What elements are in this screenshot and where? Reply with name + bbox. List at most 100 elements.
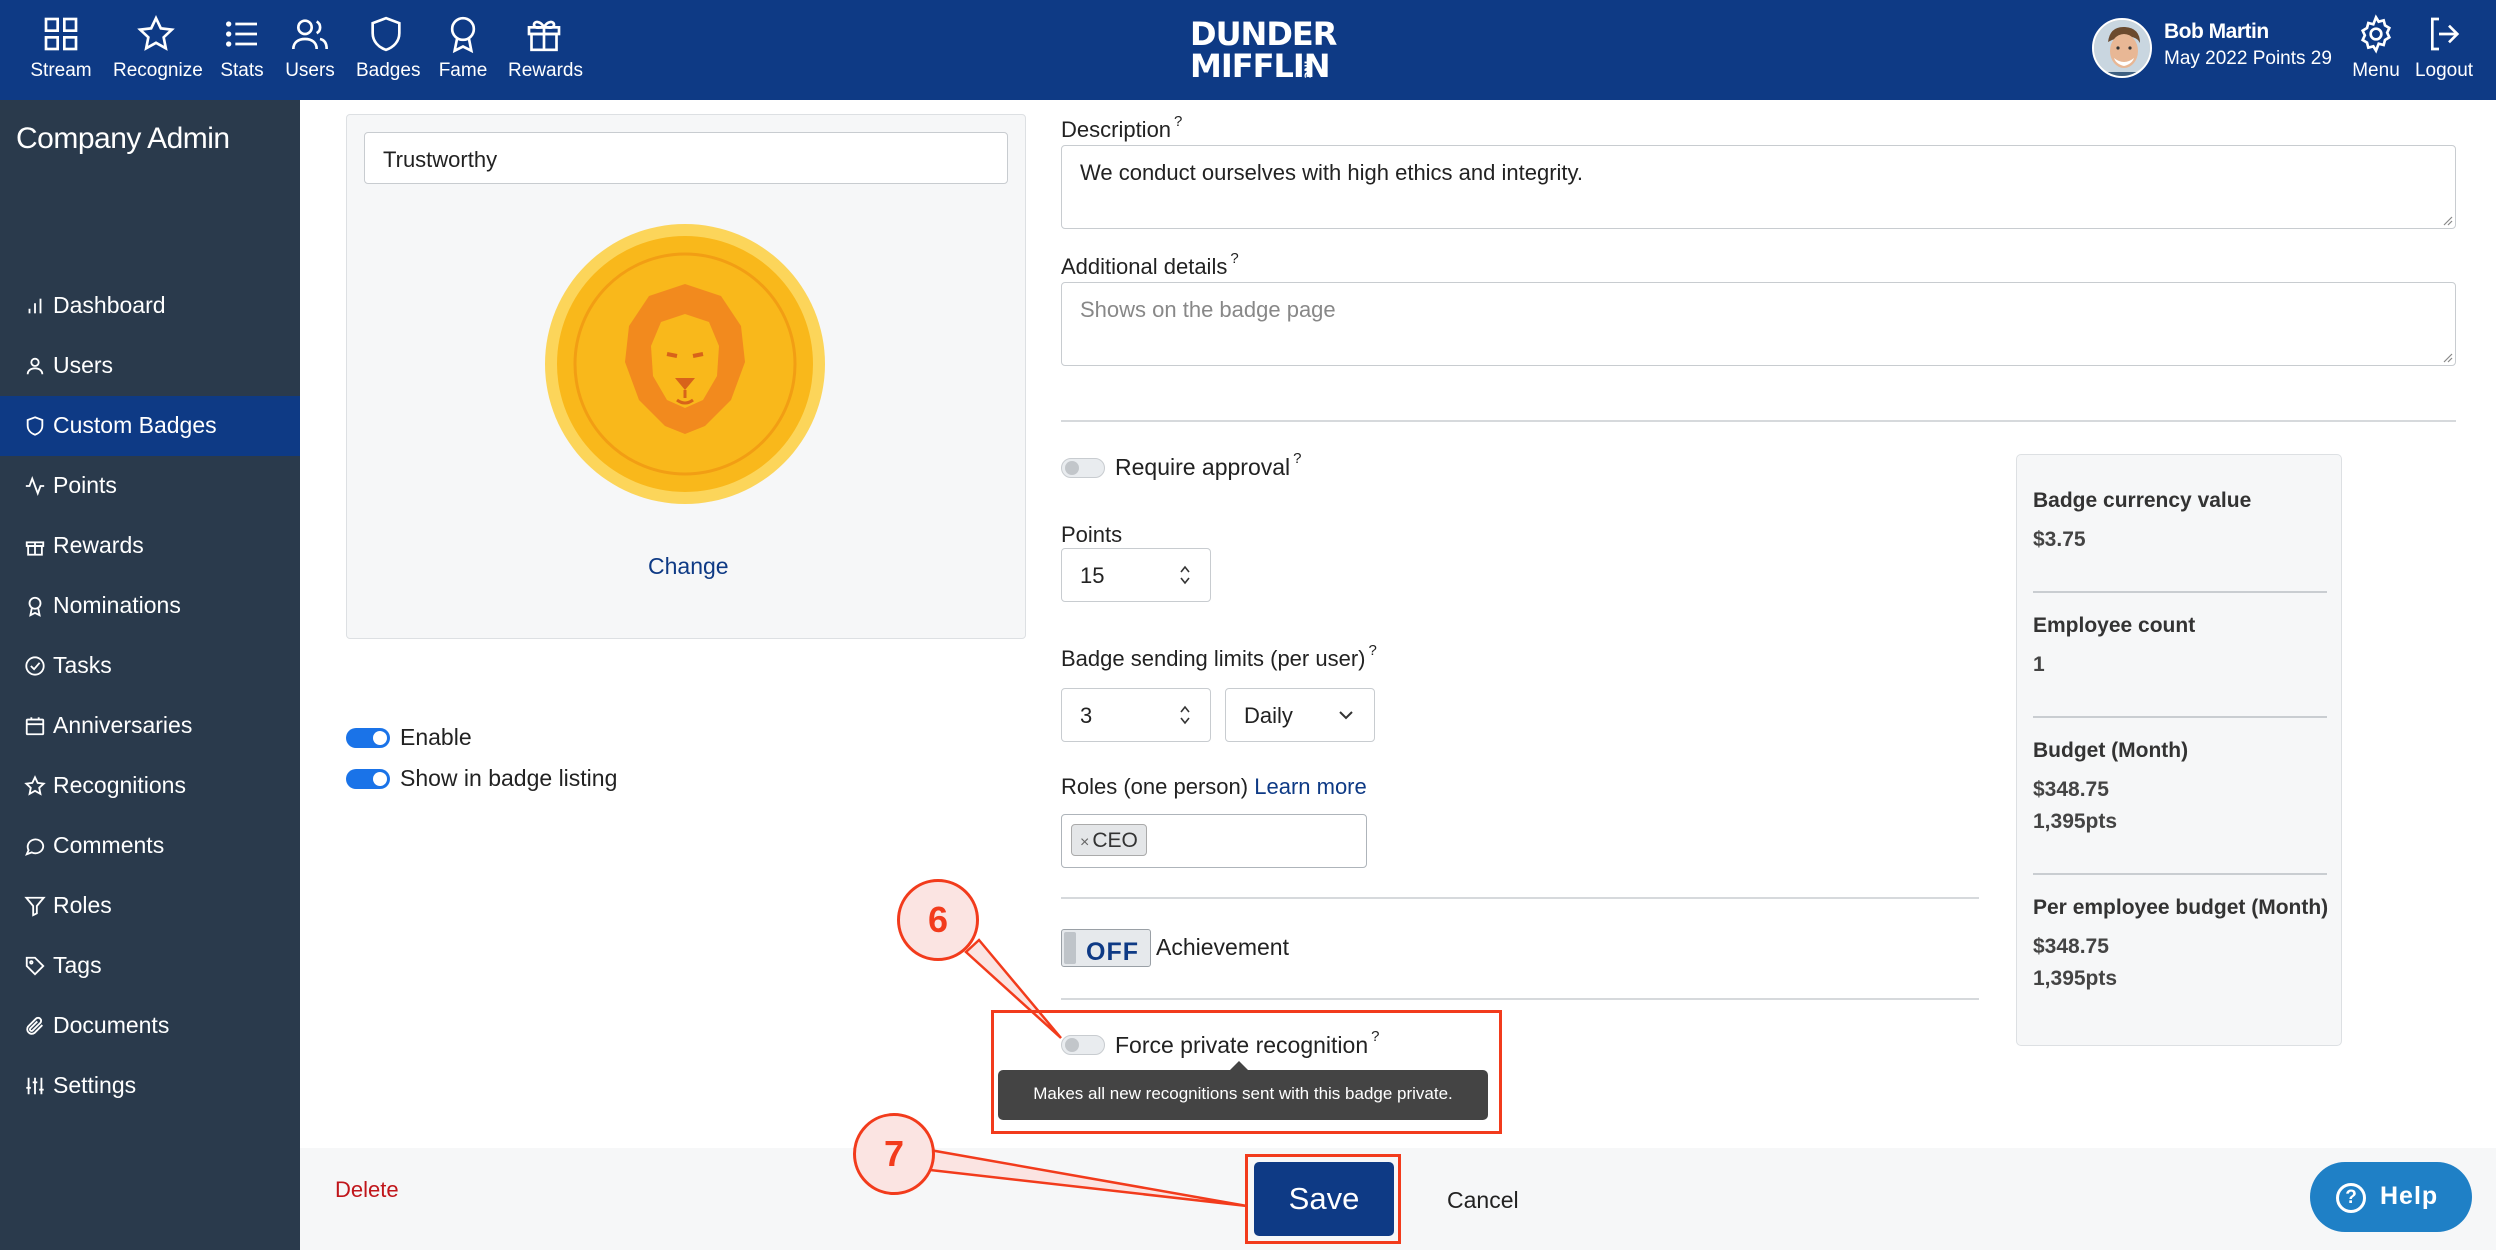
sidebar-item-nominations[interactable]: Nominations	[0, 576, 300, 636]
user-name[interactable]: Bob Martin	[2164, 20, 2269, 44]
nav-recognize[interactable]: Recognize	[113, 14, 203, 84]
per-employee-budget-points: 1,395pts	[2033, 967, 2118, 990]
nav-stats[interactable]: Stats	[218, 14, 266, 84]
sliders-icon	[26, 1077, 44, 1095]
sidebar-item-dashboard[interactable]: Dashboard	[0, 276, 300, 336]
sidebar-item-tags[interactable]: Tags	[0, 936, 300, 996]
description-value: We conduct ourselves with high ethics an…	[1080, 160, 1584, 185]
top-navigation-bar: Stream Recognize Stats Users Badges Fame…	[0, 0, 2496, 100]
sidebar-item-roles[interactable]: Roles	[0, 876, 300, 936]
delete-button[interactable]: Delete	[335, 1177, 399, 1203]
nav-fame-label: Fame	[438, 60, 488, 81]
nav-badges[interactable]: Badges	[356, 14, 420, 84]
sidebar-item-label: Dashboard	[53, 292, 166, 318]
per-employee-budget-value: $348.75	[2033, 935, 2109, 958]
lion-badge-icon[interactable]	[543, 222, 827, 506]
sidebar-item-label: Documents	[53, 1012, 170, 1038]
require-approval-toggle[interactable]	[1061, 458, 1105, 478]
sidebar-item-anniversaries[interactable]: Anniversaries	[0, 696, 300, 756]
star-icon	[24, 775, 46, 796]
help-button-label: Help	[2380, 1182, 2439, 1210]
sending-limits-label: Badge sending limits (per user)?	[1061, 642, 1377, 672]
nav-users-label: Users	[285, 60, 335, 81]
sidebar-item-users[interactable]: Users	[0, 336, 300, 396]
nav-rewards[interactable]: Rewards	[508, 14, 583, 84]
sidebar-item-documents[interactable]: Documents	[0, 996, 300, 1056]
roles-tag-input[interactable]: × CEO	[1061, 814, 1367, 868]
sidebar-item-rewards[interactable]: Rewards	[0, 516, 300, 576]
annotation-highlight-save	[1245, 1154, 1401, 1244]
star-icon	[137, 15, 175, 51]
tag-icon	[25, 956, 45, 976]
gift-icon	[25, 541, 45, 556]
avatar[interactable]	[2092, 18, 2152, 78]
badge-name-input[interactable]: Trustworthy	[364, 132, 1008, 184]
change-image-link[interactable]: Change	[648, 553, 729, 580]
annotation-step-6: 6	[897, 879, 979, 961]
additional-details-help-icon[interactable]: ?	[1230, 250, 1238, 267]
sending-limits-help-icon[interactable]: ?	[1368, 642, 1376, 659]
filter-icon	[24, 896, 46, 917]
nav-stream[interactable]: Stream	[30, 14, 92, 84]
chevron-down-icon	[1339, 711, 1353, 720]
description-textarea[interactable]: We conduct ourselves with high ethics an…	[1061, 145, 2456, 229]
enable-toggle[interactable]	[346, 728, 390, 748]
tag-remove-icon[interactable]: ×	[1080, 834, 1089, 851]
sidebar-item-label: Tasks	[53, 652, 112, 678]
role-tag-ceo: × CEO	[1071, 824, 1147, 856]
comment-icon	[25, 838, 45, 856]
grid-icon	[44, 17, 78, 51]
additional-details-placeholder: Shows on the badge page	[1080, 297, 1336, 322]
roles-learn-more-link[interactable]: Learn more	[1254, 774, 1367, 799]
sidebar-item-comments[interactable]: Comments	[0, 816, 300, 876]
sidebar-item-custom-badges[interactable]: Custom Badges	[0, 396, 300, 456]
menu-button[interactable]: Menu	[2350, 14, 2402, 84]
sidebar-item-points[interactable]: Points	[0, 456, 300, 516]
employee-count-label: Employee count	[2033, 614, 2196, 637]
resize-handle-icon[interactable]	[2441, 214, 2453, 226]
section-divider	[1061, 897, 1979, 899]
avatar-face-icon	[2094, 20, 2150, 76]
annotation-step-7: 7	[853, 1113, 935, 1195]
sidebar-item-recognitions[interactable]: Recognitions	[0, 756, 300, 816]
budget-month-points: 1,395pts	[2033, 810, 2118, 833]
achievement-switch[interactable]: OFF	[1061, 929, 1151, 967]
nav-users[interactable]: Users	[284, 14, 336, 84]
sidebar-item-label: Recognitions	[53, 772, 186, 798]
additional-details-textarea[interactable]: Shows on the badge page	[1061, 282, 2456, 366]
cancel-button[interactable]: Cancel	[1447, 1187, 1519, 1214]
description-label-text: Description	[1061, 117, 1172, 142]
role-tag-label: CEO	[1092, 829, 1138, 852]
points-value: 15	[1080, 563, 1105, 588]
limit-period-select[interactable]: Daily	[1225, 688, 1375, 742]
dunder-mifflin-logo[interactable]: DUNDER MIFFLIN INC	[1190, 18, 1337, 82]
sending-limit-input[interactable]: 3	[1061, 688, 1211, 742]
points-input[interactable]: 15	[1061, 548, 1211, 602]
section-divider	[1061, 998, 1979, 1000]
award-icon	[450, 16, 476, 54]
logout-button[interactable]: Logout	[2414, 14, 2474, 84]
nav-fame[interactable]: Fame	[438, 14, 488, 84]
sidebar-item-label: Custom Badges	[53, 412, 217, 438]
sidebar-item-tasks[interactable]: Tasks	[0, 636, 300, 696]
shield-icon	[371, 16, 401, 52]
stepper-arrows-icon[interactable]	[1178, 561, 1192, 589]
description-help-icon[interactable]: ?	[1174, 113, 1182, 130]
calendar-icon	[25, 717, 45, 736]
user-points: May 2022 Points 29	[2164, 48, 2332, 69]
sidebar-title: Company Admin	[16, 122, 230, 155]
stepper-arrows-icon[interactable]	[1178, 701, 1192, 729]
logout-icon	[2431, 17, 2460, 51]
shield-icon	[26, 416, 44, 436]
sidebar-item-settings[interactable]: Settings	[0, 1056, 300, 1116]
award-icon	[28, 596, 42, 617]
resize-handle-icon[interactable]	[2441, 351, 2453, 363]
require-approval-help-icon[interactable]: ?	[1293, 450, 1301, 467]
sidebar-item-label: Users	[53, 352, 114, 378]
help-button[interactable]: ? Help	[2310, 1162, 2472, 1232]
show-in-listing-toggle[interactable]	[346, 769, 390, 789]
show-in-listing-label: Show in badge listing	[400, 765, 618, 791]
additional-details-label-text: Additional details	[1061, 254, 1228, 279]
achievement-switch-state: OFF	[1086, 938, 1139, 966]
description-label: Description?	[1061, 113, 1182, 143]
